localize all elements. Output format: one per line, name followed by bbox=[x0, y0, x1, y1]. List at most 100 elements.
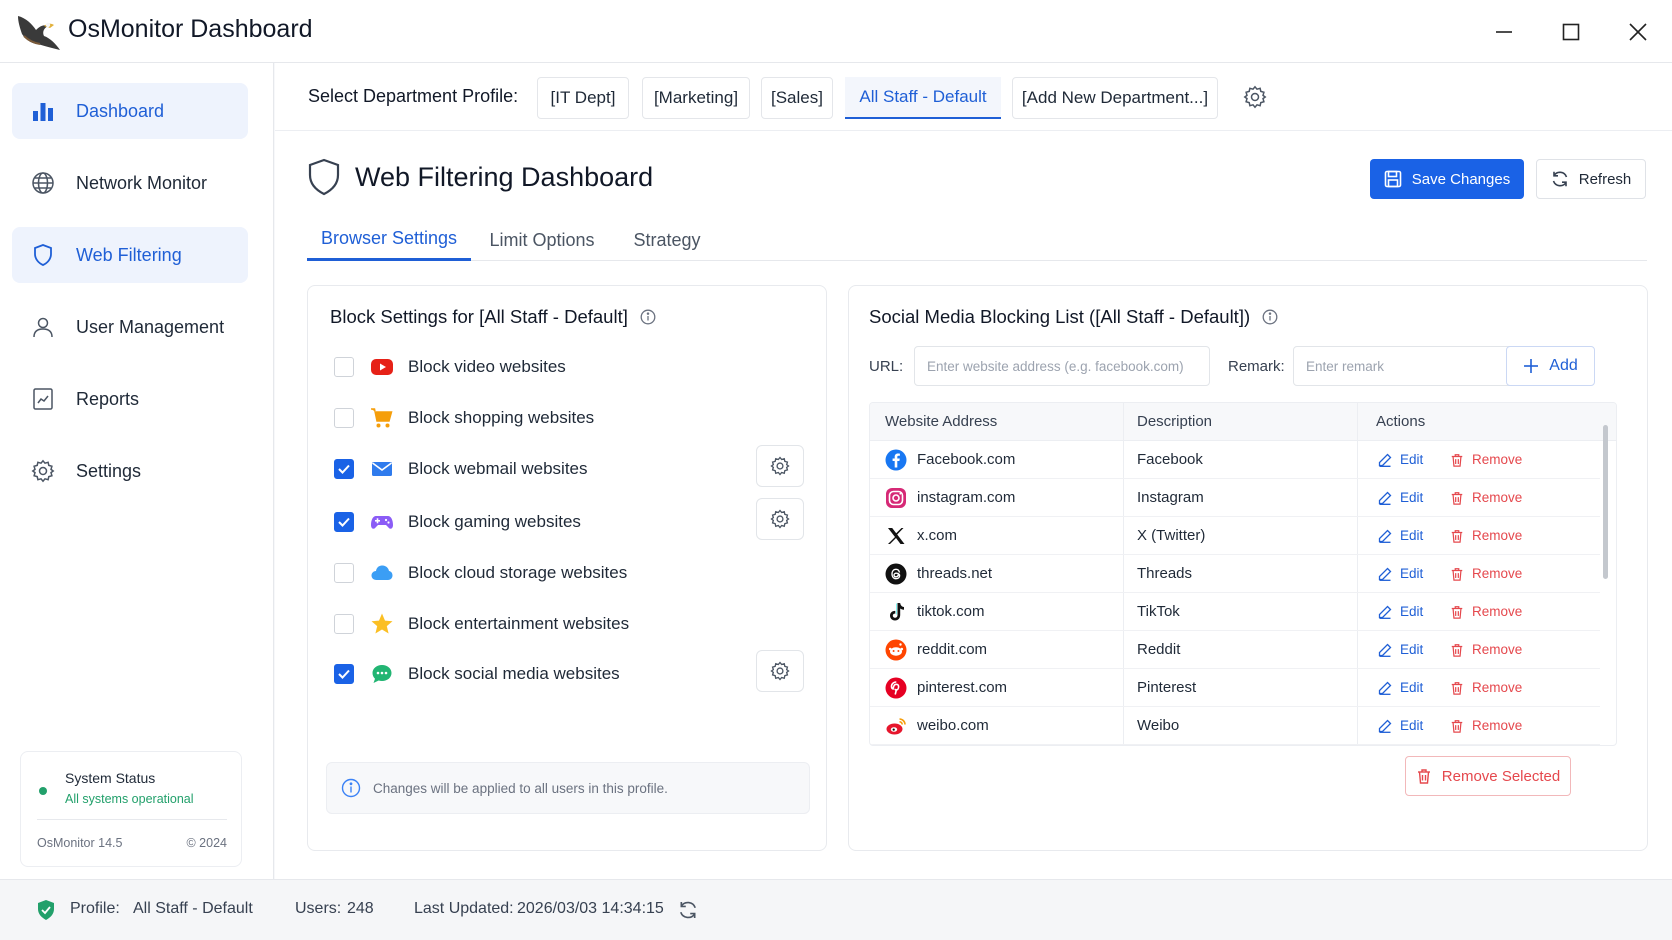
department-label: Select Department Profile: bbox=[308, 86, 519, 106]
chat-icon bbox=[370, 662, 394, 686]
instagram-icon bbox=[886, 488, 906, 508]
check-icon bbox=[338, 517, 350, 527]
dept-tab-it[interactable]: [IT Dept] bbox=[537, 77, 629, 119]
social-settings-button[interactable] bbox=[756, 650, 804, 692]
add-button[interactable]: Add bbox=[1506, 346, 1595, 386]
url-input[interactable]: Enter website address (e.g. facebook.com… bbox=[914, 346, 1210, 386]
shield-icon bbox=[308, 158, 340, 196]
sidebar-item-label: Network Monitor bbox=[76, 172, 208, 193]
globe-icon bbox=[30, 170, 56, 196]
edit-button[interactable]: Edit bbox=[1378, 566, 1423, 581]
remove-button[interactable]: Remove bbox=[1450, 452, 1522, 467]
block-row-webmail: Block webmail websites bbox=[334, 445, 804, 487]
info-icon[interactable] bbox=[640, 309, 656, 325]
column-website-address: Website Address bbox=[885, 413, 998, 430]
block-settings-panel: Block Settings for [All Staff - Default]… bbox=[307, 285, 827, 851]
edit-button[interactable]: Edit bbox=[1378, 718, 1423, 733]
block-social-checkbox[interactable] bbox=[334, 664, 354, 684]
table-row[interactable]: reddit.com Reddit Edit Remove bbox=[870, 631, 1600, 669]
cloud-icon bbox=[370, 561, 394, 585]
sidebar-item-label: Dashboard bbox=[76, 100, 165, 121]
website-address: instagram.com bbox=[917, 489, 1016, 506]
edit-icon bbox=[1378, 605, 1392, 619]
remark-label: Remark: bbox=[1228, 358, 1285, 375]
table-row[interactable]: x.com X (Twitter) Edit Remove bbox=[870, 517, 1600, 555]
refresh-icon[interactable] bbox=[678, 900, 698, 920]
block-shopping-checkbox[interactable] bbox=[334, 408, 354, 428]
table-row[interactable]: pinterest.com Pinterest Edit Remove bbox=[870, 669, 1600, 707]
status-title: System Status bbox=[65, 770, 156, 786]
block-video-checkbox[interactable] bbox=[334, 357, 354, 377]
remove-selected-button[interactable]: Remove Selected bbox=[1405, 756, 1571, 796]
dept-tab-all-staff[interactable]: All Staff - Default bbox=[845, 77, 1001, 119]
maximize-button[interactable] bbox=[1553, 14, 1589, 50]
edit-button[interactable]: Edit bbox=[1378, 528, 1423, 543]
remove-button[interactable]: Remove bbox=[1450, 680, 1522, 695]
remove-button[interactable]: Remove bbox=[1450, 528, 1522, 543]
edit-button[interactable]: Edit bbox=[1378, 604, 1423, 619]
maximize-icon bbox=[1562, 23, 1580, 41]
edit-button[interactable]: Edit bbox=[1378, 642, 1423, 657]
block-webmail-checkbox[interactable] bbox=[334, 459, 354, 479]
tab-strategy[interactable]: Strategy bbox=[627, 219, 707, 261]
table-row[interactable]: threads.net Threads Edit Remove bbox=[870, 555, 1600, 593]
sidebar-item-dashboard[interactable]: Dashboard bbox=[12, 83, 248, 139]
remove-button[interactable]: Remove bbox=[1450, 490, 1522, 505]
website-description: Weibo bbox=[1137, 717, 1180, 734]
edit-label: Edit bbox=[1400, 566, 1424, 581]
social-blocking-panel: Social Media Blocking List ([All Staff -… bbox=[848, 285, 1648, 851]
tab-browser-settings[interactable]: Browser Settings bbox=[307, 219, 471, 261]
website-description: X (Twitter) bbox=[1137, 527, 1206, 544]
remove-button[interactable]: Remove bbox=[1450, 718, 1522, 733]
save-changes-button[interactable]: Save Changes bbox=[1370, 159, 1524, 199]
title-bar: OsMonitor Dashboard bbox=[0, 0, 1672, 63]
sidebar-item-reports[interactable]: Reports bbox=[12, 371, 248, 427]
table-row[interactable]: tiktok.com TikTok Edit Remove bbox=[870, 593, 1600, 631]
sidebar-item-settings[interactable]: Settings bbox=[12, 443, 248, 499]
sidebar-item-user-management[interactable]: User Management bbox=[12, 299, 248, 355]
sidebar-item-label: Settings bbox=[76, 460, 142, 481]
edit-icon bbox=[1378, 453, 1392, 467]
close-button[interactable] bbox=[1620, 14, 1656, 50]
sidebar-item-network-monitor[interactable]: Network Monitor bbox=[12, 155, 248, 211]
refresh-icon bbox=[1552, 171, 1567, 187]
gaming-settings-button[interactable] bbox=[756, 498, 804, 540]
dept-settings-gear-icon[interactable] bbox=[1243, 85, 1267, 109]
remove-label: Remove bbox=[1472, 680, 1523, 695]
page-header: Web Filtering Dashboard bbox=[307, 155, 653, 199]
website-description: Threads bbox=[1137, 565, 1193, 582]
remark-input[interactable]: Enter remark bbox=[1293, 346, 1513, 386]
dept-tab-marketing[interactable]: [Marketing] bbox=[642, 77, 750, 119]
trash-icon bbox=[1451, 491, 1463, 505]
minimize-button[interactable] bbox=[1486, 14, 1522, 50]
refresh-button[interactable]: Refresh bbox=[1536, 159, 1646, 199]
table-scrollbar[interactable] bbox=[1603, 425, 1608, 579]
edit-label: Edit bbox=[1400, 680, 1424, 695]
dept-tab-sales[interactable]: [Sales] bbox=[761, 77, 833, 119]
remove-button[interactable]: Remove bbox=[1450, 604, 1522, 619]
dept-tab-add-new[interactable]: [Add New Department...] bbox=[1012, 77, 1218, 119]
footer-updated-label: Last Updated: bbox=[414, 900, 514, 917]
tab-limit-options[interactable]: Limit Options bbox=[487, 219, 597, 261]
youtube-icon bbox=[370, 355, 394, 379]
edit-label: Edit bbox=[1400, 528, 1424, 543]
edit-button[interactable]: Edit bbox=[1378, 490, 1423, 505]
block-gaming-checkbox[interactable] bbox=[334, 512, 354, 532]
remove-button[interactable]: Remove bbox=[1450, 566, 1522, 581]
sidebar-item-web-filtering[interactable]: Web Filtering bbox=[12, 227, 248, 283]
block-cloud-checkbox[interactable] bbox=[334, 563, 354, 583]
check-icon bbox=[338, 464, 350, 474]
webmail-settings-button[interactable] bbox=[756, 445, 804, 487]
block-entertainment-checkbox[interactable] bbox=[334, 614, 354, 634]
table-row[interactable]: instagram.com Instagram Edit Remove bbox=[870, 479, 1600, 517]
trash-icon bbox=[1451, 643, 1463, 657]
block-row-gaming: Block gaming websites bbox=[334, 498, 804, 540]
remove-button[interactable]: Remove bbox=[1450, 642, 1522, 657]
threads-icon bbox=[885, 563, 907, 585]
table-row[interactable]: Facebook.com Facebook Edit Remove bbox=[870, 441, 1600, 479]
main-content: Select Department Profile: [IT Dept] [Ma… bbox=[275, 63, 1672, 879]
info-icon[interactable] bbox=[1262, 309, 1278, 325]
table-row[interactable]: weibo.com Weibo Edit Remove bbox=[870, 707, 1600, 745]
edit-button[interactable]: Edit bbox=[1378, 452, 1423, 467]
edit-button[interactable]: Edit bbox=[1378, 680, 1423, 695]
